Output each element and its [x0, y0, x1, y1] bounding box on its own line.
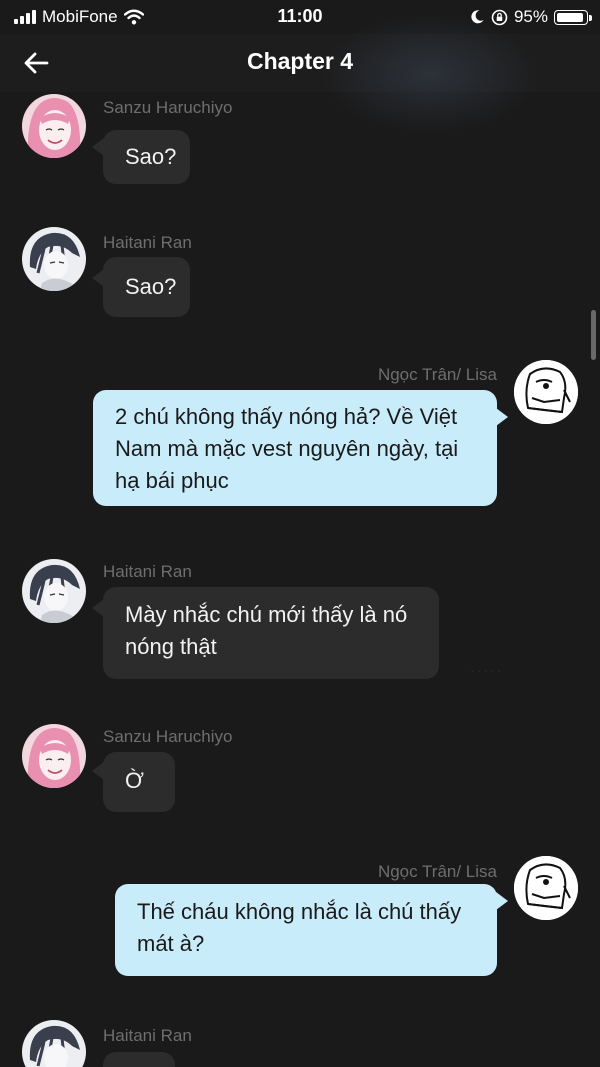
sanzu-avatar[interactable] — [22, 724, 86, 788]
message-bubble[interactable]: Sao? — [103, 130, 190, 184]
battery-percent: 95% — [513, 7, 548, 26]
avatar-image — [22, 724, 86, 788]
sender-name: Ngọc Trân/ Lisa — [377, 365, 497, 384]
avatar-image — [514, 360, 578, 424]
message-bubble[interactable] — [103, 1052, 175, 1067]
avatar-image — [22, 1020, 86, 1067]
message-bubble[interactable]: Ờ — [103, 752, 175, 812]
ran-avatar[interactable] — [22, 227, 86, 291]
sender-name: Sanzu Haruchiyo — [103, 98, 233, 117]
orientation-lock-icon — [491, 9, 508, 25]
sender-name: Haitani Ran — [103, 562, 192, 581]
watermark: ····· — [470, 662, 504, 678]
lisa-avatar[interactable] — [514, 360, 578, 424]
sender-name: Haitani Ran — [103, 1026, 192, 1045]
moon-icon — [471, 10, 484, 24]
nav-bar: Chapter 4 — [0, 14, 600, 134]
avatar-image — [22, 227, 86, 291]
avatar-image — [22, 94, 86, 158]
message-line: Nam mà mặc vest nguyên ngày, tại — [115, 436, 459, 461]
sender-name: Haitani Ran — [103, 233, 192, 252]
message-line: mát à? — [137, 931, 205, 956]
status-right: 95% — [469, 7, 592, 27]
message-line: nóng thật — [125, 634, 217, 659]
sanzu-avatar[interactable] — [22, 94, 86, 158]
message-bubble[interactable]: Sao? — [103, 257, 190, 317]
battery-fill — [557, 12, 583, 22]
message-bubble[interactable]: 2 chú không thấy nóng hả? Về Việt Nam mà… — [93, 390, 497, 506]
sender-name: Sanzu Haruchiyo — [103, 727, 233, 746]
message-line: 2 chú không thấy nóng hả? Về Việt — [115, 404, 458, 429]
message-bubble[interactable]: Thế cháu không nhắc là chú thấy mát à? — [115, 884, 497, 976]
battery-icon — [554, 9, 592, 25]
lisa-avatar[interactable] — [514, 856, 578, 920]
message-line: Mày nhắc chú mới thấy là nó — [125, 602, 408, 627]
sender-name: Ngọc Trân/ Lisa — [377, 862, 497, 881]
status-bar: MobiFone 11:00 95% — [0, 0, 600, 34]
message-line: hạ bái phục — [115, 468, 229, 493]
page-title: Chapter 4 — [246, 48, 354, 74]
message-bubble[interactable]: Mày nhắc chú mới thấy là nó nóng thật — [103, 587, 439, 679]
bubble-tail — [496, 408, 508, 426]
chat-thread[interactable]: ····· Sanzu Haruchiyo Sao? Haitani Ran S… — [0, 92, 600, 1067]
ran-avatar[interactable] — [22, 1020, 86, 1067]
message-line: Thế cháu không nhắc là chú thấy — [137, 899, 462, 924]
avatar-image — [22, 559, 86, 623]
bubble-tail — [496, 892, 508, 910]
ran-avatar[interactable] — [22, 559, 86, 623]
avatar-image — [514, 856, 578, 920]
scrollbar[interactable] — [591, 310, 596, 360]
